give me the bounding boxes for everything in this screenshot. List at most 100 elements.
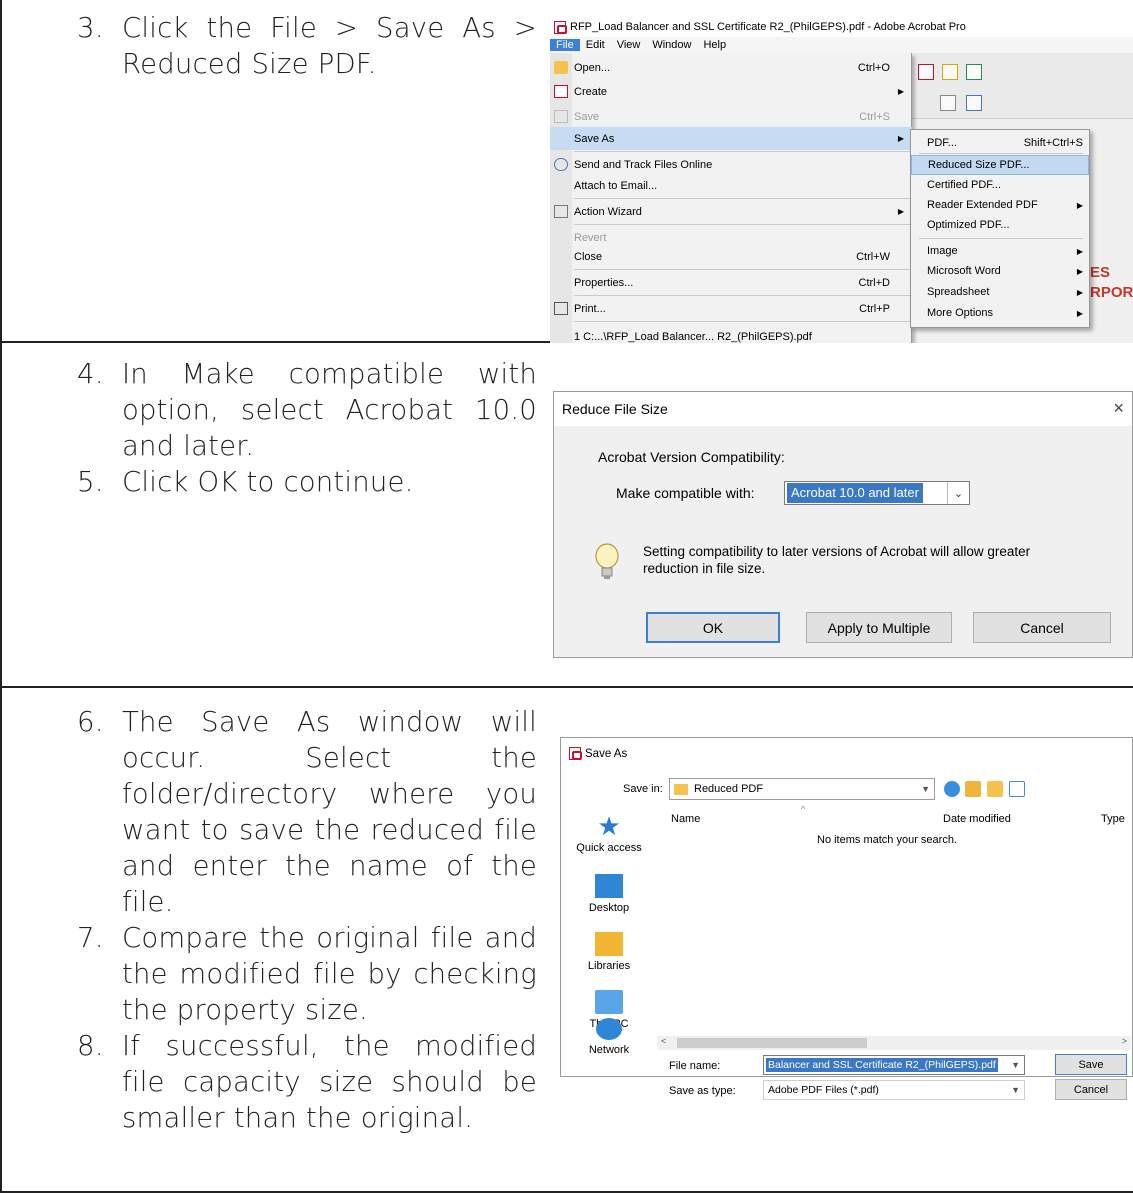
computer-icon — [595, 990, 623, 1014]
submenu-item-reduced-size-pdf[interactable]: Reduced Size PDF... — [911, 155, 1089, 175]
menu-item-properties[interactable]: Properties... Ctrl+D — [550, 271, 912, 294]
menu-window[interactable]: Window — [646, 39, 697, 51]
new-folder-icon[interactable] — [987, 781, 1003, 797]
submenu-arrow-icon: ▶ — [1076, 200, 1083, 210]
submenu-item-certified-pdf[interactable]: Certified PDF... — [911, 175, 1089, 195]
close-icon[interactable]: × — [1113, 398, 1124, 419]
save-as-dialog: Save As Save in: Reduced PDF ▼ ★ Quick a… — [560, 737, 1133, 1100]
column-date-modified[interactable]: Date modified — [943, 813, 1011, 825]
cancel-button[interactable]: Cancel — [1055, 1079, 1127, 1100]
open-folder-icon — [554, 61, 568, 74]
menu-view[interactable]: View — [611, 39, 647, 51]
empty-message: No items match your search. — [817, 834, 957, 846]
step-text: The Save As window will occur. Select th… — [122, 706, 537, 918]
place-libraries[interactable]: Libraries — [566, 932, 652, 972]
monitor-icon[interactable] — [966, 95, 982, 111]
submenu-item-more-options[interactable]: More Options ▶ — [911, 303, 1089, 323]
submenu-arrow-icon: ▶ — [1076, 308, 1083, 318]
chevron-down-icon[interactable]: ▼ — [1011, 1060, 1020, 1070]
column-type[interactable]: Type — [1101, 813, 1125, 825]
menu-file[interactable]: File — [550, 39, 580, 51]
pdf-icon — [554, 20, 567, 34]
save-as-submenu: PDF... Shift+Ctrl+S Reduced Size PDF... … — [910, 129, 1090, 328]
compatibility-dropdown[interactable]: Acrobat 10.0 and later ⌄ — [784, 481, 970, 505]
create-pdf-icon — [554, 85, 568, 98]
chevron-down-icon[interactable]: ▼ — [1011, 1085, 1020, 1095]
scroll-thumb[interactable] — [677, 1038, 867, 1048]
file-name-value: Balancer and SSL Certificate R2_(PhilGEP… — [766, 1058, 998, 1072]
save-in-value: Reduced PDF — [694, 783, 764, 795]
submenu-item-pdf[interactable]: PDF... Shift+Ctrl+S — [911, 131, 1089, 154]
menu-item-create[interactable]: Create ▶ — [550, 80, 912, 103]
view-menu-icon[interactable] — [1009, 781, 1025, 797]
step-number: 4. — [77, 358, 104, 390]
places-sidebar: ★ Quick access Desktop Libraries This PC — [566, 808, 652, 1036]
step-list: 4. In Make compatible with option, selec… — [77, 356, 537, 500]
ok-button[interactable]: OK — [646, 612, 780, 643]
reduce-file-size-dialog: Reduce File Size × Acrobat Version Compa… — [553, 391, 1133, 658]
save-as-type-dropdown[interactable]: Adobe PDF Files (*.pdf) ▼ — [763, 1080, 1025, 1100]
submenu-arrow-icon: ▶ — [1076, 246, 1083, 256]
back-icon[interactable] — [944, 781, 960, 797]
submenu-item-reader-extended[interactable]: Reader Extended PDF ▶ — [911, 195, 1089, 215]
pdf-icon — [569, 747, 582, 760]
save-disk-icon — [554, 110, 568, 123]
document-background-text: ES RPOR — [1090, 264, 1133, 301]
menu-item-print[interactable]: Print... Ctrl+P — [550, 297, 912, 320]
pdf-tool-icon[interactable] — [966, 64, 982, 80]
save-in-dropdown[interactable]: Reduced PDF ▼ — [669, 778, 935, 800]
place-network[interactable]: Network — [566, 1018, 652, 1056]
menu-item-action-wizard[interactable]: Action Wizard ▶ — [550, 200, 912, 223]
submenu-item-spreadsheet[interactable]: Spreadsheet ▶ — [911, 282, 1089, 302]
compatibility-note: Setting compatibility to later versions … — [643, 544, 1031, 576]
menu-help[interactable]: Help — [697, 39, 732, 51]
submenu-item-image[interactable]: Image ▶ — [911, 241, 1089, 261]
chevron-down-icon[interactable]: ⌄ — [947, 482, 969, 504]
menu-item-send-track[interactable]: Send and Track Files Online — [550, 153, 912, 176]
save-button[interactable]: Save — [1055, 1054, 1127, 1075]
column-name[interactable]: Name — [671, 813, 700, 825]
submenu-arrow-icon: ▶ — [1076, 266, 1083, 276]
printer-icon — [554, 302, 568, 315]
save-as-type-label: Save as type: — [669, 1085, 736, 1097]
page-icon[interactable] — [940, 95, 956, 111]
menu-item-attach-email[interactable]: Attach to Email... — [550, 174, 912, 197]
cancel-button[interactable]: Cancel — [973, 612, 1111, 643]
menu-item-open[interactable]: Open... Ctrl+O — [550, 56, 912, 79]
pdf-tool-icon[interactable] — [942, 64, 958, 80]
menu-item-recent-file[interactable]: 1 C:...\RFP_Load Balancer... R2_(PhilGEP… — [550, 325, 912, 343]
place-desktop[interactable]: Desktop — [566, 874, 652, 914]
scroll-right-icon[interactable]: > — [1122, 1036, 1127, 1046]
step-item: 8. If successful, the modified file capa… — [77, 1028, 537, 1136]
table-row: 3. Click the File > Save As > Reduced Si… — [0, 0, 1133, 343]
step-number: 8. — [77, 1030, 104, 1062]
selected-version: Acrobat 10.0 and later — [787, 483, 923, 503]
menu-item-save-as[interactable]: Save As ▶ — [550, 127, 912, 150]
pdf-tool-icon[interactable] — [918, 64, 934, 80]
file-menu: Open... Ctrl+O Create ▶ Save Ctrl+S Save… — [550, 53, 912, 343]
folder-icon — [674, 783, 688, 795]
submenu-item-optimized-pdf[interactable]: Optimized PDF... — [911, 215, 1089, 235]
menu-item-close[interactable]: Close Ctrl+W — [550, 245, 912, 268]
place-quick-access[interactable]: ★ Quick access — [566, 811, 652, 854]
step-item: 5. Click OK to continue. — [77, 464, 537, 500]
step-item: 7. Compare the original file and the mod… — [77, 920, 537, 1028]
network-icon — [596, 1018, 622, 1040]
apply-to-multiple-button[interactable]: Apply to Multiple — [806, 612, 952, 643]
instruction-table: 3. Click the File > Save As > Reduced Si… — [0, 0, 1133, 1193]
chevron-down-icon[interactable]: ▼ — [921, 784, 930, 794]
star-icon: ★ — [597, 811, 621, 841]
up-folder-icon[interactable] — [965, 781, 981, 797]
file-list[interactable]: Name ^ Date modified Type No items match… — [657, 804, 1131, 1044]
step-list: 3. Click the File > Save As > Reduced Si… — [77, 10, 537, 82]
file-name-input[interactable]: Balancer and SSL Certificate R2_(PhilGEP… — [763, 1055, 1025, 1075]
horizontal-scrollbar[interactable]: < > — [657, 1036, 1131, 1050]
submenu-item-microsoft-word[interactable]: Microsoft Word ▶ — [911, 261, 1089, 281]
lightbulb-icon — [595, 543, 619, 579]
scroll-left-icon[interactable]: < — [661, 1036, 666, 1046]
step-number: 3. — [77, 12, 104, 44]
send-globe-icon — [554, 158, 568, 171]
menu-edit[interactable]: Edit — [580, 39, 611, 51]
menu-item-save[interactable]: Save Ctrl+S — [550, 105, 912, 128]
submenu-arrow-icon: ▶ — [897, 134, 904, 143]
